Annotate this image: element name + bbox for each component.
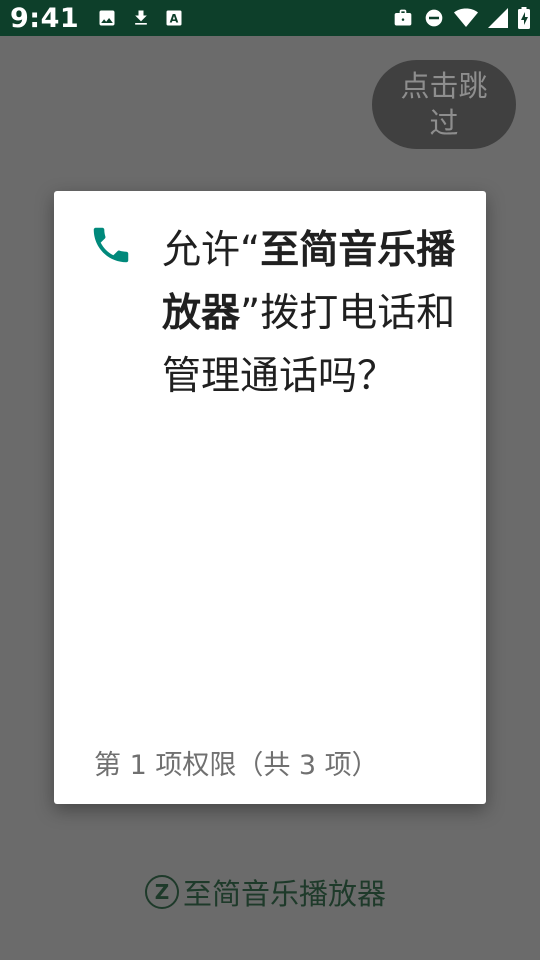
permission-dialog: 允许“至简音乐播放器”拨打电话和管理通话吗？ 第 1 项权限（共 3 项）	[54, 191, 486, 804]
status-time: 9:41	[10, 2, 80, 34]
permission-counter: 第 1 项权限（共 3 项）	[94, 750, 379, 781]
wifi-icon	[454, 8, 478, 28]
svg-text:A: A	[170, 13, 179, 26]
permission-message: 允许“至简音乐播放器”拨打电话和管理通话吗？	[162, 219, 462, 408]
image-icon	[97, 8, 117, 28]
download-icon	[131, 7, 151, 29]
app-logo-icon: Z	[145, 875, 179, 909]
status-bar: 9:41 A	[0, 0, 540, 36]
phone-icon	[88, 222, 134, 268]
signal-icon	[488, 8, 508, 28]
app-brand: Z 至简音乐播放器	[145, 872, 386, 912]
message-prefix: 允许“	[162, 228, 261, 273]
skip-button[interactable]: 点击跳过	[372, 60, 516, 149]
notification-icons: A	[97, 7, 183, 29]
dnd-icon	[424, 8, 444, 28]
keyboard-a-icon: A	[165, 9, 183, 27]
system-icons	[392, 7, 530, 29]
briefcase-icon	[392, 8, 414, 28]
battery-charging-icon	[518, 7, 530, 29]
app-brand-name: 至简音乐播放器	[183, 877, 387, 911]
